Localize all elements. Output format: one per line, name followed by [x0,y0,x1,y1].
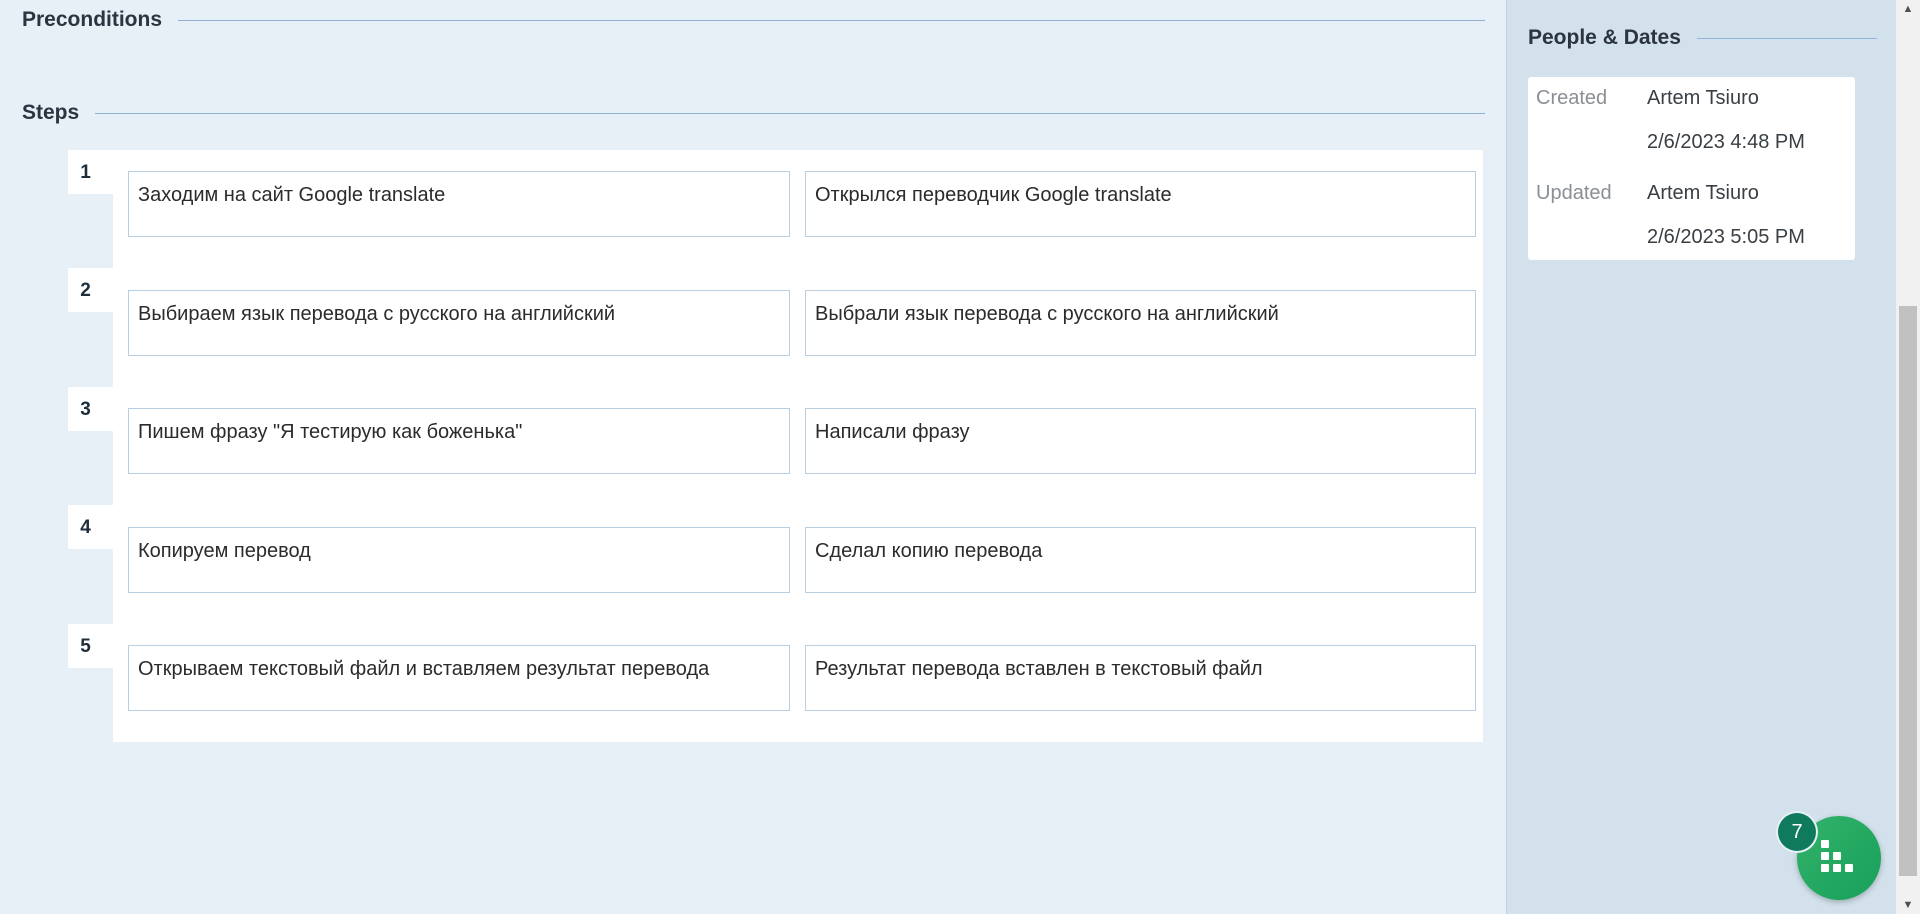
step-number: 1 [68,150,113,194]
step-expected-result-field[interactable]: Открылся переводчик Google translate [805,171,1476,237]
step-number: 4 [68,505,113,549]
step-number: 5 [68,624,113,668]
created-label: Created [1536,87,1608,109]
step-action-field[interactable]: Выбираем язык перевода с русского на анг… [128,290,790,356]
preconditions-divider [178,19,1486,21]
preconditions-header: Preconditions [22,8,1486,32]
step-action-field[interactable]: Открываем текстовый файл и вставляем рез… [128,645,790,711]
scrollbar-thumb[interactable] [1899,306,1917,876]
steps-title: Steps [22,101,80,124]
people-dates-divider [1696,37,1877,39]
people-dates-header: People & Dates [1528,26,1877,50]
scroll-up-arrow-icon[interactable]: ▲ [1896,0,1920,18]
grid-chart-icon [1821,840,1853,872]
updated-by[interactable]: Artem Tsiuro [1647,182,1759,205]
scroll-down-arrow-icon[interactable]: ▼ [1896,896,1920,914]
notification-badge: 7 [1778,813,1816,851]
step-action-field[interactable]: Копируем перевод [128,527,790,593]
created-by[interactable]: Artem Tsiuro [1647,87,1759,110]
step-expected-result-field[interactable]: Написали фразу [805,408,1476,474]
people-dates-card: Created Artem Tsiuro 2/6/2023 4:48 PM Up… [1528,77,1855,260]
step-expected-result-field[interactable]: Сделал копию перевода [805,527,1476,593]
step-number: 3 [68,387,113,431]
step-action-field[interactable]: Заходим на сайт Google translate [128,171,790,237]
step-expected-result-field[interactable]: Выбрали язык перевода с русского на англ… [805,290,1476,356]
steps-header: Steps [22,101,1486,125]
created-at: 2/6/2023 4:48 PM [1647,131,1805,153]
main-content: Preconditions Steps 1 Заходим на сайт Go… [0,0,1506,914]
step-action-field[interactable]: Пишем фразу "Я тестирую как боженька" [128,408,790,474]
people-dates-title: People & Dates [1528,26,1681,49]
updated-at: 2/6/2023 5:05 PM [1647,226,1805,248]
updated-label: Updated [1536,182,1612,204]
step-expected-result-field[interactable]: Результат перевода вставлен в текстовый … [805,645,1476,711]
vertical-scrollbar[interactable]: ▲ ▼ [1896,0,1920,914]
step-number: 2 [68,268,113,312]
preconditions-title: Preconditions [22,8,163,31]
steps-divider [95,112,1486,114]
